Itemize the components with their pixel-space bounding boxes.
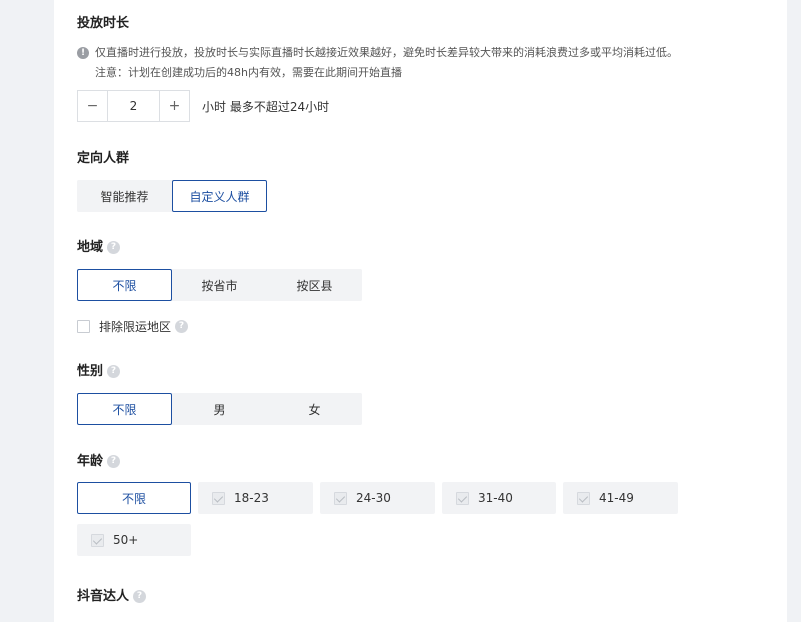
audience-title: 定向人群 [77,151,130,166]
help-icon[interactable]: ? [133,590,147,603]
age-label: 24-30 [356,491,391,505]
region-title: 地域? [77,240,121,256]
douyin-influencer-title: 抖音达人? [77,589,147,605]
duration-hint: 小时 最多不超过24小时 [202,100,330,114]
audience-option-custom[interactable]: 自定义人群 [172,180,267,212]
age-option-unlimited[interactable]: 不限 [77,482,191,514]
region-option-unlimited[interactable]: 不限 [77,269,172,301]
region-segmented: 不限 按省市 按区县 [77,269,362,301]
age-option-41-49[interactable]: 41-49 [563,482,678,514]
help-icon[interactable]: ? [107,455,121,468]
duration-info-line1: 仅直播时进行投放，投放时长与实际直播时长越接近效果越好，避免时长差异较大带来的消… [95,46,678,59]
age-option-18-23[interactable]: 18-23 [198,482,313,514]
age-label: 41-49 [599,491,634,505]
duration-title: 投放时长 [77,16,130,31]
check-icon [334,491,347,505]
region-option-province[interactable]: 按省市 [172,269,267,301]
age-option-24-30[interactable]: 24-30 [320,482,435,514]
age-title: 年龄? [77,454,121,470]
check-icon [91,533,104,547]
left-gutter [0,0,54,622]
gender-segmented: 不限 男 女 [77,393,362,425]
exclude-region-label: 排除限运地区 [99,320,172,334]
audience-segmented: 智能推荐 自定义人群 [77,180,267,212]
gender-option-female[interactable]: 女 [267,393,362,425]
check-icon [456,491,469,505]
age-option-31-40[interactable]: 31-40 [442,482,556,514]
region-title-text: 地域 [77,240,104,255]
exclude-region-checkbox[interactable] [77,320,90,333]
right-gutter [787,0,801,622]
age-label: 31-40 [478,491,513,505]
age-label: 18-23 [234,491,269,505]
age-title-text: 年龄 [77,454,104,469]
duration-stepper: − + [77,90,190,122]
increment-button[interactable]: + [159,91,189,121]
check-icon [577,491,590,505]
douyin-influencer-title-text: 抖音达人 [77,589,130,604]
decrement-button[interactable]: − [78,91,108,121]
gender-title: 性别? [77,364,121,380]
help-icon[interactable]: ? [107,241,121,254]
age-option-50plus[interactable]: 50+ [77,524,191,556]
help-icon[interactable]: ? [175,320,189,333]
gender-option-male[interactable]: 男 [172,393,267,425]
exclude-region-row[interactable]: 排除限运地区 ? [77,318,189,335]
gender-title-text: 性别 [77,364,104,379]
audience-option-smart[interactable]: 智能推荐 [77,180,172,212]
gender-option-unlimited[interactable]: 不限 [77,393,172,425]
info-icon: ! [77,47,89,59]
duration-input[interactable] [108,91,159,121]
age-label: 50+ [113,533,139,547]
duration-info-line2: 注意：计划在创建成功后的48h内有效，需要在此期间开始直播 [95,66,402,79]
help-icon[interactable]: ? [107,365,121,378]
check-icon [212,491,225,505]
region-option-county[interactable]: 按区县 [267,269,362,301]
